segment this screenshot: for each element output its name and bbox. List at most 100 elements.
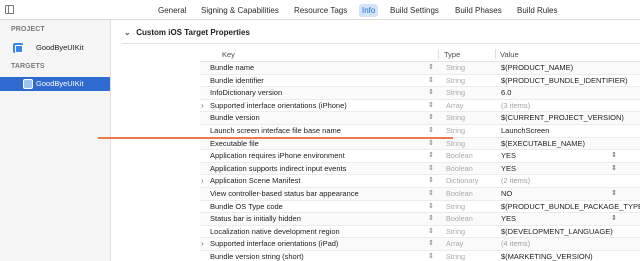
table-row[interactable]: Localization native development region ⇕ S… [200,226,640,239]
row-value[interactable]: LaunchScreen [501,125,640,138]
divider [122,43,640,44]
key-popup-stepper-icon[interactable]: ⇕ [428,87,436,100]
table-row[interactable]: Application supports indirect input even… [200,162,640,176]
key-popup-stepper-icon[interactable]: ⇕ [428,175,436,188]
key-popup-stepper-icon[interactable]: ⇕ [428,163,436,176]
table-row[interactable]: Bundle name ⇕ String $(PRODUCT_NAME) [200,62,640,75]
row-type: Array [446,100,464,110]
row-key[interactable]: Application supports indirect input even… [210,163,430,176]
row-key[interactable]: Launch screen interface file base name [210,125,430,138]
row-type: Boolean [446,151,473,161]
row-key[interactable]: Bundle identifier [210,75,430,88]
row-type: String [446,125,466,135]
row-key[interactable]: Localization native development region [210,226,430,239]
row-key[interactable]: Application requires iPhone environment [210,150,430,163]
tab-general[interactable]: General [155,4,189,17]
row-key[interactable]: Supported interface orientations (iPhone… [210,100,430,113]
row-value[interactable]: (2 items) [501,175,640,188]
row-value[interactable]: $(DEVELOPMENT_LANGUAGE) [501,226,640,239]
row-value[interactable]: YES [501,163,640,176]
key-popup-stepper-icon[interactable]: ⇕ [428,251,436,261]
row-key[interactable]: Application Scene Manifest [210,175,430,188]
row-value[interactable]: YES [501,213,640,226]
table-row[interactable]: View controller-based status bar appeara… [200,187,640,201]
key-popup-stepper-icon[interactable]: ⇕ [428,238,436,251]
row-key[interactable]: Bundle version string (short) [210,251,430,261]
row-key[interactable]: Status bar is initially hidden [210,213,430,226]
key-popup-stepper-icon[interactable]: ⇕ [428,150,436,163]
table-row[interactable]: InfoDictionary version ⇕ String 6.0 [200,87,640,100]
table-row[interactable]: Bundle identifier ⇕ String $(PRODUCT_BUNDLE… [200,75,640,88]
row-type: String [446,138,466,148]
tab-info[interactable]: Info [359,4,379,17]
row-key[interactable]: Bundle OS Type code [210,201,430,214]
key-popup-stepper-icon[interactable]: ⇕ [428,75,436,88]
row-value[interactable]: $(PRODUCT_BUNDLE_IDENTIFIER) [501,75,640,88]
row-value[interactable]: (3 items) [501,100,640,113]
row-type: Boolean [446,214,473,224]
table-row[interactable]: Bundle version string (short) ⇕ String $(MA… [200,251,640,261]
row-key[interactable]: InfoDictionary version [210,87,430,100]
disclosure-triangle-icon[interactable]: › [201,100,209,113]
targets-section-header: TARGETS [11,63,45,70]
chevron-down-icon[interactable]: ⌄ [124,26,134,40]
project-target-sidebar: PROJECT GoodByeUIKit TARGETS GoodByeUIKi… [0,20,111,261]
table-row[interactable]: › Supported interface orientations (iPad)… [200,238,640,251]
section-header[interactable]: ⌄ Custom iOS Target Properties [124,26,250,40]
row-type: String [446,226,466,236]
value-popup-stepper-icon[interactable]: ⇕ [611,213,617,226]
row-value[interactable]: $(CURRENT_PROJECT_VERSION) [501,112,640,125]
row-value[interactable]: $(MARKETING_VERSION) [501,251,640,261]
key-popup-stepper-icon[interactable]: ⇕ [428,125,436,138]
key-popup-stepper-icon[interactable]: ⇕ [428,62,436,75]
row-value[interactable]: $(PRODUCT_BUNDLE_PACKAGE_TYPE) [501,201,640,214]
tab-build-phases[interactable]: Build Phases [452,4,505,17]
tab-build-settings[interactable]: Build Settings [387,4,442,17]
table-row[interactable]: Status bar is initially hidden ⇕ Boolean YE… [200,213,640,226]
table-row[interactable]: › Application Scene Manifest ⇕ Dictionary (2… [200,175,640,188]
row-key[interactable]: View controller-based status bar appeara… [210,188,430,201]
row-type: String [446,113,466,123]
table-row[interactable]: Bundle version ⇕ String $(CURRENT_PROJECT_V… [200,112,640,125]
row-key[interactable]: Executable file [210,138,430,151]
column-header-value[interactable]: Value [500,48,519,62]
key-popup-stepper-icon[interactable]: ⇕ [428,112,436,125]
key-popup-stepper-icon[interactable]: ⇕ [428,138,436,151]
tab-build-rules[interactable]: Build Rules [514,4,560,17]
key-popup-stepper-icon[interactable]: ⇕ [428,188,436,201]
sidebar-item-target[interactable]: GoodByeUIKit [0,77,110,91]
disclosure-triangle-icon[interactable]: › [201,238,209,251]
row-value[interactable]: 6.0 [501,87,640,100]
table-row[interactable]: Launch screen interface file base name ⇕ S… [200,125,640,138]
info-plist-table: Key Type Value Bundle name ⇕ String $(PRODU… [200,48,640,261]
value-popup-stepper-icon[interactable]: ⇕ [611,188,617,201]
row-value[interactable]: YES [501,150,640,163]
row-value[interactable]: (4 items) [501,238,640,251]
tab-signing-capabilities[interactable]: Signing & Capabilities [198,4,282,17]
row-type: String [446,63,466,72]
column-header-type[interactable]: Type [444,48,460,62]
key-popup-stepper-icon[interactable]: ⇕ [428,226,436,239]
row-value[interactable]: $(EXECUTABLE_NAME) [501,138,640,151]
row-key[interactable]: Supported interface orientations (iPad) [210,238,430,251]
row-value[interactable]: $(PRODUCT_NAME) [501,62,640,75]
table-row[interactable]: Application requires iPhone environment ⇕… [200,150,640,163]
row-value[interactable]: NO [501,188,640,201]
table-row[interactable]: Bundle OS Type code ⇕ String $(PRODUCT_BUND… [200,201,640,214]
value-popup-stepper-icon[interactable]: ⇕ [611,150,617,163]
column-header-key[interactable]: Key [222,48,235,62]
table-row[interactable]: Executable file ⇕ String $(EXECUTABLE_NAME) [200,137,640,151]
annotation-underline [98,137,453,139]
key-popup-stepper-icon[interactable]: ⇕ [428,213,436,226]
row-key[interactable]: Bundle name [210,62,430,75]
row-type: Boolean [446,188,473,198]
table-row[interactable]: › Supported interface orientations (iPhon… [200,100,640,113]
editor-tabs: General Signing & Capabilities Resource Ta… [0,0,640,20]
key-popup-stepper-icon[interactable]: ⇕ [428,201,436,214]
value-popup-stepper-icon[interactable]: ⇕ [611,163,617,176]
key-popup-stepper-icon[interactable]: ⇕ [428,100,436,113]
tab-resource-tags[interactable]: Resource Tags [291,4,350,17]
row-key[interactable]: Bundle version [210,112,430,125]
disclosure-triangle-icon[interactable]: › [201,175,209,188]
sidebar-item-project[interactable]: GoodByeUIKit [9,41,110,55]
